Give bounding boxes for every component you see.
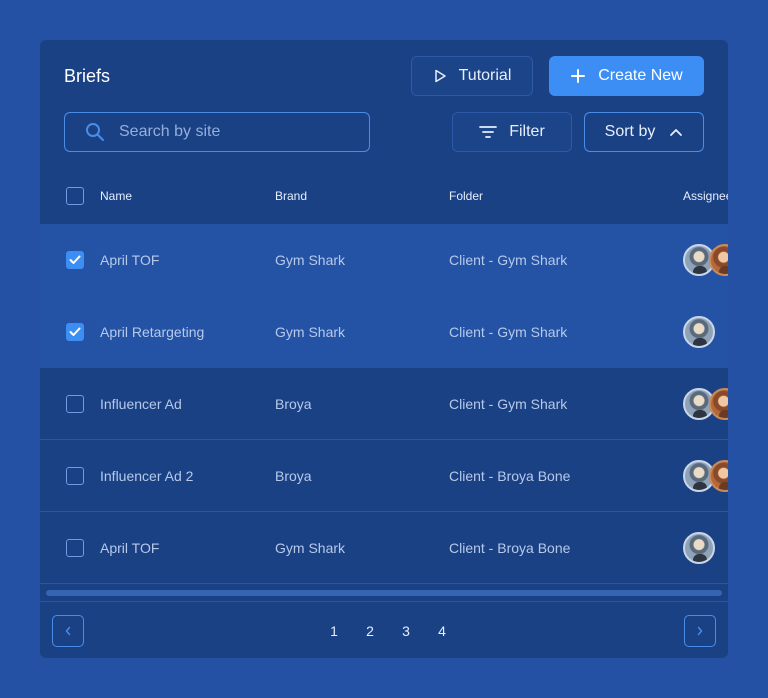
column-header-assignee[interactable]: Assignee: [683, 168, 728, 224]
table-row[interactable]: April TOF Gym Shark Client - Gym Shark: [40, 224, 728, 296]
column-header-brand[interactable]: Brand: [275, 168, 307, 224]
create-new-label: Create New: [598, 67, 683, 84]
page-2[interactable]: 2: [352, 623, 388, 639]
column-header-name[interactable]: Name: [100, 168, 132, 224]
row-brand: Broya: [275, 395, 312, 412]
row-name: April Retargeting: [100, 324, 205, 340]
row-brand: Broya: [275, 467, 312, 484]
table-row[interactable]: April TOF Gym Shark Client - Broya Bone: [40, 512, 728, 584]
row-name: Influencer Ad 2: [100, 467, 194, 484]
sort-by-label: Sort by: [604, 123, 656, 140]
row-folder: Client - Gym Shark: [449, 252, 568, 268]
create-new-button[interactable]: Create New: [549, 56, 704, 96]
search-icon: [86, 123, 104, 141]
select-all-checkbox[interactable]: [66, 187, 84, 205]
page-title: Briefs: [64, 66, 111, 86]
chevron-right-icon: [697, 626, 703, 636]
row-checkbox[interactable]: [66, 251, 84, 269]
row-folder: Client - Gym Shark: [449, 324, 568, 340]
avatar: [683, 316, 715, 348]
table-header: Name Brand Folder Assignee: [40, 168, 728, 224]
row-brand: Gym Shark: [275, 324, 346, 340]
row-checkbox[interactable]: [66, 394, 84, 413]
pagination: 1 2 3 4: [316, 615, 460, 647]
search-box[interactable]: [64, 112, 370, 152]
check-icon: [69, 327, 81, 336]
row-checkbox[interactable]: [66, 466, 84, 485]
row-checkbox[interactable]: [66, 538, 84, 557]
plus-icon: [571, 69, 586, 83]
avatar: [709, 244, 728, 276]
search-input[interactable]: [119, 123, 339, 141]
assignee-avatars[interactable]: [683, 459, 728, 492]
row-brand: Gym Shark: [275, 252, 346, 268]
horizontal-scrollbar[interactable]: [46, 590, 722, 596]
briefs-panel: Briefs Tutorial Create New Filter Sort b…: [40, 40, 728, 658]
column-header-folder[interactable]: Folder: [449, 168, 483, 224]
row-name: April TOF: [100, 539, 160, 556]
chevron-up-icon: [670, 129, 683, 136]
next-page-button[interactable]: [684, 615, 716, 647]
chevron-left-icon: [65, 626, 71, 636]
table-row[interactable]: Influencer Ad 2 Broya Client - Broya Bon…: [40, 440, 728, 512]
filter-button[interactable]: Filter: [452, 112, 572, 152]
assignee-avatars[interactable]: [683, 244, 728, 276]
tutorial-button[interactable]: Tutorial: [411, 56, 533, 96]
tutorial-label: Tutorial: [458, 67, 512, 84]
row-folder: Client - Gym Shark: [449, 395, 568, 412]
assignee-avatars[interactable]: [683, 531, 715, 564]
row-name: April TOF: [100, 252, 160, 268]
avatar: [709, 387, 728, 420]
page-4[interactable]: 4: [424, 623, 460, 639]
sort-by-button[interactable]: Sort by: [584, 112, 704, 152]
row-checkbox[interactable]: [66, 323, 84, 341]
page-1[interactable]: 1: [316, 623, 352, 639]
table-row[interactable]: April Retargeting Gym Shark Client - Gym…: [40, 296, 728, 368]
table-row[interactable]: Influencer Ad Broya Client - Gym Shark: [40, 368, 728, 440]
filter-label: Filter: [509, 123, 545, 140]
assignee-avatars[interactable]: [683, 316, 715, 348]
row-folder: Client - Broya Bone: [449, 467, 571, 484]
check-icon: [69, 255, 81, 264]
filter-icon: [479, 126, 498, 138]
avatar: [683, 531, 715, 564]
row-folder: Client - Broya Bone: [449, 539, 571, 556]
avatar: [709, 459, 728, 492]
row-brand: Gym Shark: [275, 539, 346, 556]
row-name: Influencer Ad: [100, 395, 182, 412]
page-3[interactable]: 3: [388, 623, 424, 639]
footer-divider: [40, 601, 728, 602]
play-icon: [434, 69, 446, 83]
previous-page-button[interactable]: [52, 615, 84, 647]
assignee-avatars[interactable]: [683, 387, 728, 420]
